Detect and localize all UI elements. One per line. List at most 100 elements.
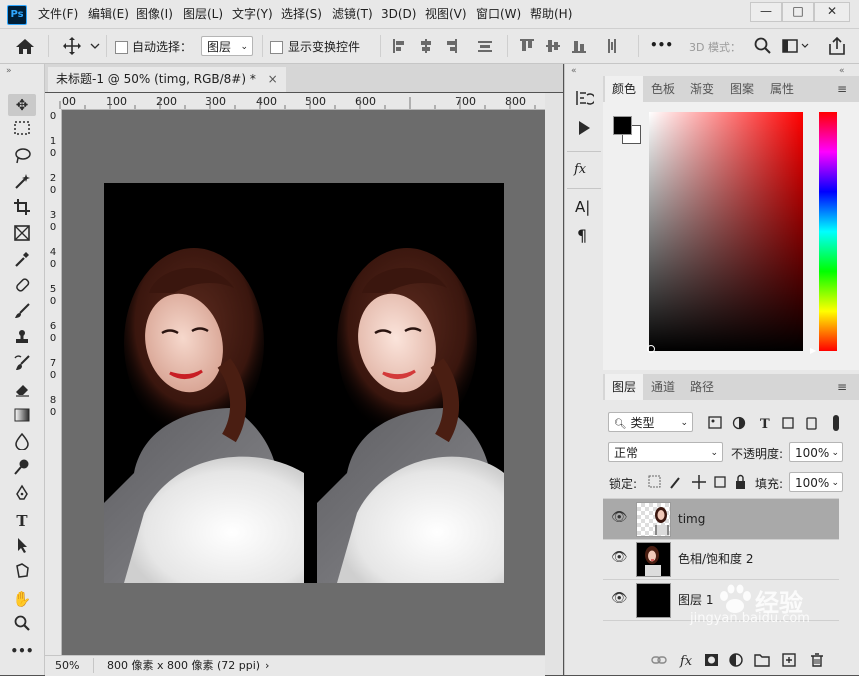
expand-icon[interactable]: «: [571, 66, 577, 76]
vertical-scrollbar[interactable]: [545, 93, 563, 655]
stamp-icon: [16, 330, 28, 343]
menu-image[interactable]: 图像(I): [136, 0, 173, 28]
eyedropper-tool[interactable]: [8, 250, 36, 272]
layer-thumbnail: [636, 502, 671, 537]
share-icon[interactable]: [827, 35, 847, 57]
fill-value: 100%: [795, 476, 830, 490]
brush-icon: [15, 303, 30, 318]
menu-window[interactable]: 窗口(W): [476, 0, 521, 28]
menu-help[interactable]: 帮助(H): [530, 0, 572, 28]
maximize-button[interactable]: □: [782, 2, 814, 22]
layer-filter-icons[interactable]: T: [707, 414, 847, 432]
layers-footer-icons[interactable]: fx: [651, 650, 836, 670]
history-icon[interactable]: [574, 88, 594, 108]
tab-swatches[interactable]: 色板: [644, 76, 682, 102]
zoom-tool[interactable]: [8, 614, 36, 636]
character-panel-icon[interactable]: A|: [575, 198, 590, 216]
path-select-tool[interactable]: [8, 536, 36, 558]
eyedropper-icon: [15, 252, 29, 267]
frame-tool[interactable]: [8, 224, 36, 246]
shape-tool[interactable]: [8, 562, 36, 584]
zoom-level[interactable]: 50%: [55, 656, 79, 675]
document-tab[interactable]: 未标题-1 @ 50% (timg, RGB/8#) * ×: [48, 67, 286, 92]
close-tab-icon[interactable]: ×: [268, 72, 278, 86]
tab-color[interactable]: 颜色: [605, 76, 643, 102]
portrait-thumbnail: [655, 507, 669, 535]
layer-row-timg[interactable]: 👁︎ timg: [603, 498, 839, 540]
pen-tool[interactable]: [8, 484, 36, 506]
mode-3d-label: 3D 模式：: [689, 41, 741, 54]
minimize-button[interactable]: —: [750, 2, 782, 22]
auto-select-checkbox[interactable]: [115, 41, 128, 54]
healing-tool[interactable]: [8, 276, 36, 298]
stamp-tool[interactable]: [8, 328, 36, 350]
fill-input[interactable]: 100% ⌄: [789, 472, 843, 492]
magic-wand-tool[interactable]: [8, 172, 36, 194]
search-icon[interactable]: [753, 36, 773, 56]
menu-type[interactable]: 文字(Y): [232, 0, 273, 28]
visibility-eye-icon[interactable]: 👁︎: [611, 551, 628, 565]
move-tool-preset[interactable]: [60, 35, 100, 57]
close-window-button[interactable]: ✕: [814, 2, 850, 22]
layers-panel-tabs: 图层 通道 路径 ≡: [603, 374, 859, 400]
styles-fx-icon[interactable]: fx: [574, 162, 586, 177]
history-brush-tool[interactable]: [8, 354, 36, 376]
blur-tool[interactable]: [8, 432, 36, 454]
menu-3d[interactable]: 3D(D): [381, 0, 416, 28]
blend-mode-dropdown[interactable]: 正常 ⌄: [608, 442, 723, 462]
lasso-tool[interactable]: [8, 146, 36, 168]
panel-menu-icon[interactable]: ≡: [837, 82, 847, 96]
visibility-eye-icon[interactable]: 👁︎: [611, 592, 628, 606]
tab-pattern[interactable]: 图案: [722, 76, 762, 102]
paragraph-panel-icon[interactable]: ¶: [577, 226, 587, 245]
collapse-panels-icon[interactable]: «: [839, 66, 845, 76]
lock-icons[interactable]: [647, 473, 747, 491]
dodge-tool[interactable]: [8, 458, 36, 480]
layer-filter-label: 类型: [630, 416, 655, 430]
collapse-icon[interactable]: »: [6, 66, 12, 76]
hand-tool[interactable]: ✋: [8, 588, 36, 610]
right-figure: [317, 248, 504, 583]
play-action-icon[interactable]: [575, 119, 593, 137]
layer-row-hue-saturation[interactable]: 👁︎ 色相/饱和度 2: [603, 539, 839, 580]
visibility-eye-icon[interactable]: 👁︎: [611, 511, 628, 525]
type-tool[interactable]: T: [8, 510, 36, 532]
layers-panel-menu-icon[interactable]: ≡: [837, 380, 847, 394]
marquee-tool[interactable]: [8, 120, 36, 142]
more-options-button[interactable]: •••: [650, 38, 673, 52]
auto-select-dropdown[interactable]: 图层 ⌄: [201, 36, 253, 56]
more-tools-button[interactable]: •••: [8, 640, 36, 662]
eraser-tool[interactable]: [8, 380, 36, 402]
menu-file[interactable]: 文件(F): [38, 0, 78, 28]
color-picker-marker[interactable]: [647, 345, 655, 353]
crop-tool[interactable]: [8, 198, 36, 220]
history-brush-icon: [14, 355, 30, 370]
gradient-tool[interactable]: [8, 406, 36, 428]
menu-filter[interactable]: 滤镜(T): [332, 0, 373, 28]
layer-filter-dropdown[interactable]: 🔍︎ 类型 ⌄: [608, 412, 693, 432]
lasso-icon: [15, 148, 31, 164]
new-layer-icon: [782, 653, 796, 667]
menu-edit[interactable]: 编辑(E): [88, 0, 129, 28]
status-menu-arrow[interactable]: ›: [265, 656, 269, 675]
menu-select[interactable]: 选择(S): [281, 0, 322, 28]
show-transform-checkbox[interactable]: [270, 41, 283, 54]
photoshop-logo-icon: Ps: [7, 5, 27, 25]
opacity-input[interactable]: 100% ⌄: [789, 442, 843, 462]
home-button[interactable]: [12, 35, 38, 57]
tab-gradient[interactable]: 渐变: [683, 76, 721, 102]
menu-view[interactable]: 视图(V): [425, 0, 467, 28]
tab-properties[interactable]: 属性: [763, 76, 801, 102]
menu-layer[interactable]: 图层(L): [183, 0, 223, 28]
tab-paths[interactable]: 路径: [683, 374, 721, 400]
tab-layers[interactable]: 图层: [605, 374, 643, 400]
hue-slider[interactable]: [819, 112, 837, 351]
brush-tool[interactable]: [8, 302, 36, 324]
document-canvas-image[interactable]: [104, 183, 504, 583]
workspace-icon[interactable]: [781, 36, 811, 56]
color-field[interactable]: [649, 112, 803, 351]
move-tool[interactable]: ✥: [8, 94, 36, 116]
foreground-color-swatch[interactable]: [613, 116, 632, 135]
tab-channels[interactable]: 通道: [644, 374, 682, 400]
fill-label: 填充:: [755, 477, 784, 491]
